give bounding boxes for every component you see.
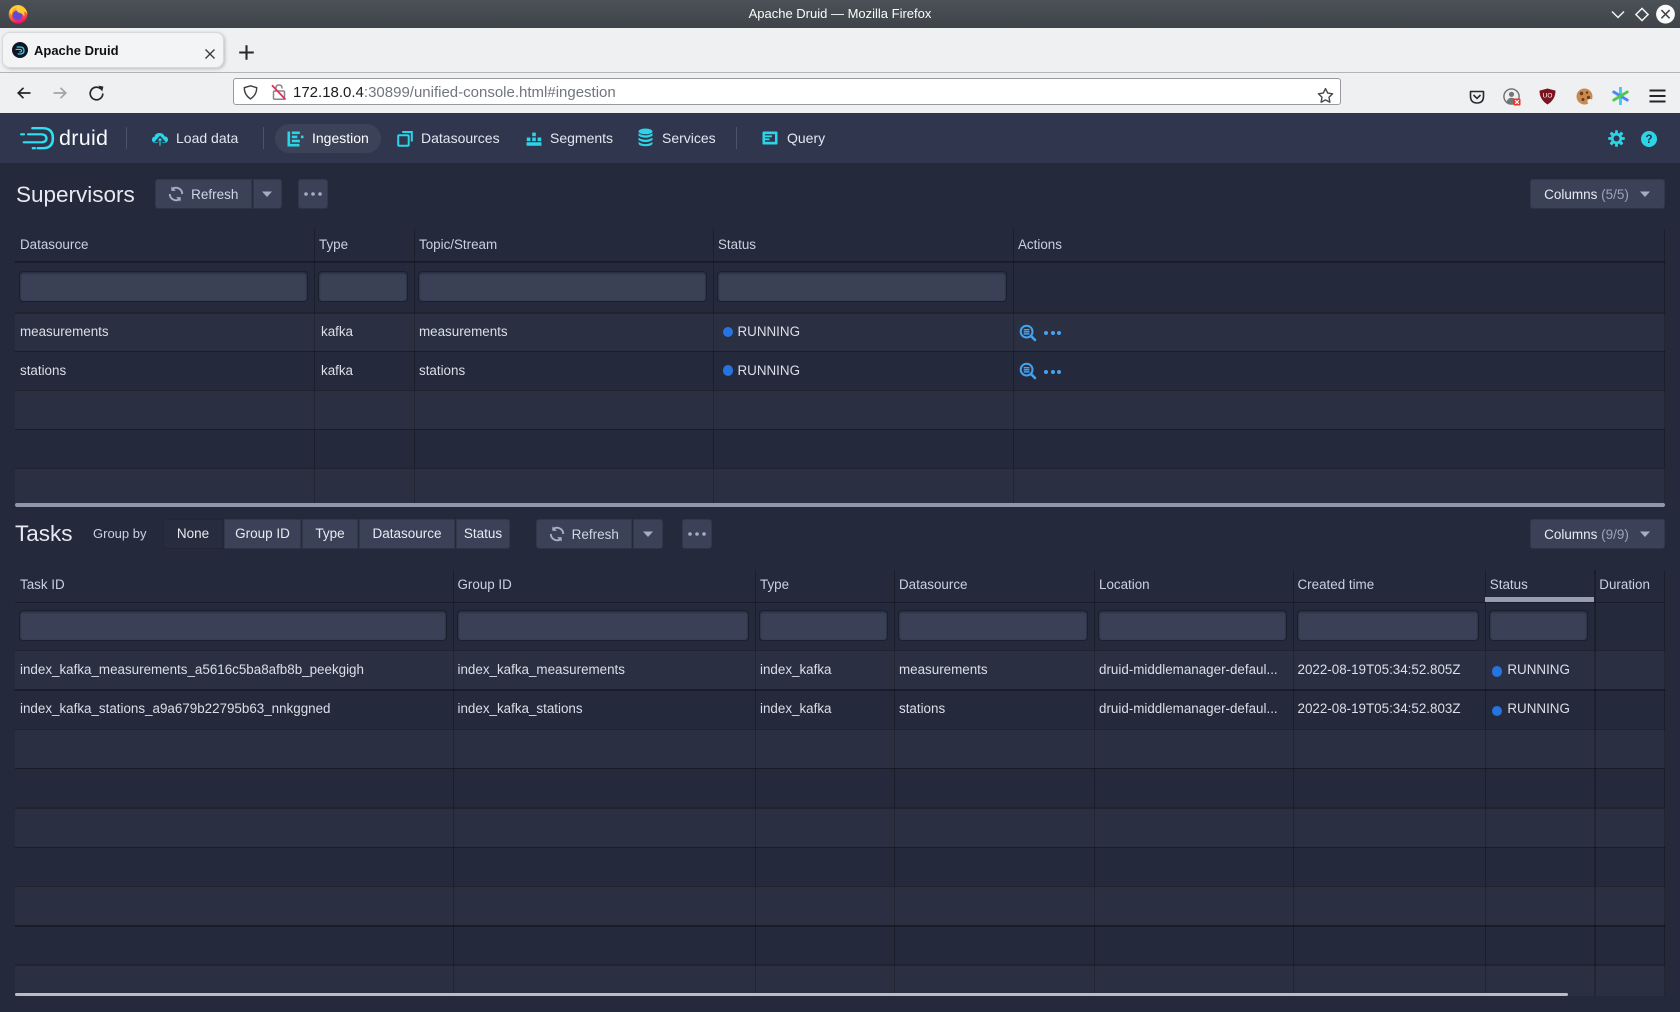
svg-text:UO: UO: [1543, 93, 1553, 100]
svg-text:?: ?: [1645, 134, 1652, 146]
